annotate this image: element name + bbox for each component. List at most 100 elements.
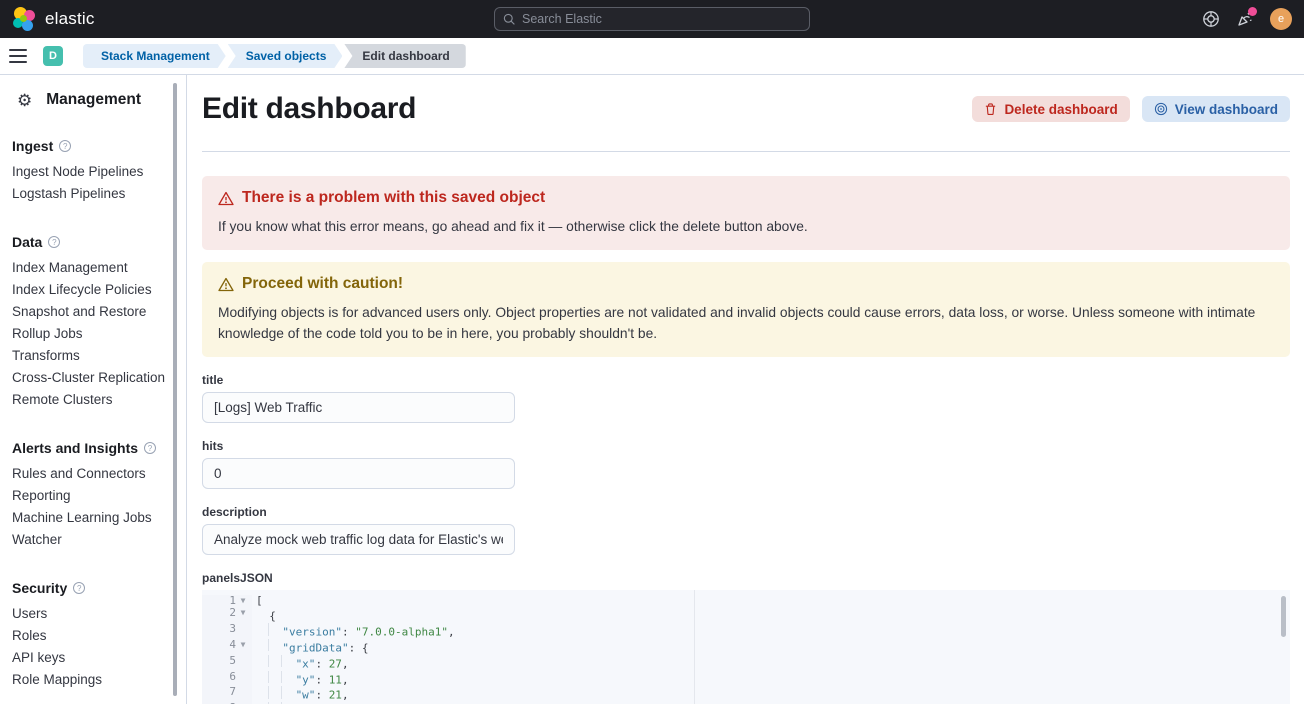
- global-search[interactable]: [494, 7, 810, 31]
- token: "y": [296, 673, 316, 686]
- sidebar-item-api-keys[interactable]: API keys: [12, 647, 186, 669]
- line-number: 4: [202, 639, 236, 655]
- main-content: Edit dashboard Delete dashboard View das…: [188, 75, 1304, 704]
- code-text: "x": 27,: [252, 655, 349, 671]
- view-dashboard-button[interactable]: View dashboard: [1142, 96, 1290, 122]
- sidebar-item-watcher[interactable]: Watcher: [12, 529, 186, 551]
- newsfeed-icon[interactable]: [1236, 10, 1254, 28]
- token: ,: [342, 689, 349, 702]
- help-icon[interactable]: ?: [59, 140, 71, 152]
- fold-spacer: [236, 686, 250, 702]
- gutter: 7: [202, 686, 252, 702]
- sidebar-section-title: Security: [12, 580, 67, 596]
- sidebar-scrollbar[interactable]: [173, 83, 177, 696]
- code-line[interactable]: 7 "w": 21,: [202, 686, 1290, 702]
- sidebar-item-reporting[interactable]: Reporting: [12, 485, 186, 507]
- line-number: 7: [202, 686, 236, 702]
- search-input[interactable]: [522, 12, 801, 26]
- code-text: "w": 21,: [252, 686, 349, 702]
- page-title: Edit dashboard: [202, 92, 416, 126]
- fold-spacer: [236, 655, 250, 671]
- token: ,: [342, 673, 349, 686]
- notification-dot: [1248, 7, 1257, 16]
- sidebar-item-transforms[interactable]: Transforms: [12, 345, 186, 367]
- sidebar-item-users[interactable]: Users: [12, 603, 186, 625]
- token: 27: [329, 657, 342, 670]
- panelsjson-editor[interactable]: 1▼[2▼{3"version": "7.0.0-alpha1",4▼"grid…: [202, 590, 1290, 704]
- gutter: 4▼: [202, 639, 252, 655]
- code-line[interactable]: 1▼ [: [202, 595, 1290, 607]
- sidebar-item-cross-cluster-replication[interactable]: Cross-Cluster Replication: [12, 367, 186, 389]
- error-callout-title: There is a problem with this saved objec…: [242, 189, 545, 207]
- code-text: "gridData": {: [252, 639, 368, 655]
- breadcrumb-edit-dashboard: Edit dashboard: [344, 44, 465, 68]
- sidebar-title-label: Management: [46, 91, 141, 109]
- code-line[interactable]: 4▼"gridData": {: [202, 639, 1290, 655]
- gear-icon: ⚙: [17, 92, 32, 109]
- sidebar-item-roles[interactable]: Roles: [12, 625, 186, 647]
- fold-spacer: [236, 623, 250, 639]
- sidebar-item-role-mappings[interactable]: Role Mappings: [12, 669, 186, 691]
- sidebar-item-logstash-pipelines[interactable]: Logstash Pipelines: [12, 183, 186, 205]
- breadcrumb-saved-objects[interactable]: Saved objects: [228, 44, 343, 68]
- warning-callout-body: Modifying objects is for advanced users …: [218, 302, 1274, 344]
- code-line[interactable]: 3"version": "7.0.0-alpha1",: [202, 623, 1290, 639]
- breadcrumb: Stack ManagementSaved objectsEdit dashbo…: [83, 44, 466, 68]
- field-hits-label: hits: [202, 439, 1290, 453]
- indent-guide: [269, 655, 282, 667]
- breadcrumb-bar: D Stack ManagementSaved objectsEdit dash…: [0, 38, 1304, 75]
- sidebar-item-ingest-node-pipelines[interactable]: Ingest Node Pipelines: [12, 161, 186, 183]
- help-icon[interactable]: ?: [144, 442, 156, 454]
- sidebar-section-title: Ingest: [12, 138, 53, 154]
- sidebar-item-rollup-jobs[interactable]: Rollup Jobs: [12, 323, 186, 345]
- sidebar-item-index-management[interactable]: Index Management: [12, 257, 186, 279]
- sidebar-item-machine-learning-jobs[interactable]: Machine Learning Jobs: [12, 507, 186, 529]
- field-title-input[interactable]: [202, 392, 515, 423]
- indent-guide: [256, 639, 269, 651]
- code-line[interactable]: 5 "x": 27,: [202, 655, 1290, 671]
- fold-spacer: [236, 671, 250, 687]
- code-line[interactable]: 6"y": 11,: [202, 671, 1290, 687]
- fold-arrow-icon[interactable]: ▼: [236, 607, 250, 623]
- field-hits-input[interactable]: [202, 458, 515, 489]
- menu-button[interactable]: [9, 49, 27, 63]
- token: "w": [296, 689, 316, 702]
- delete-dashboard-button[interactable]: Delete dashboard: [972, 96, 1129, 122]
- warning-callout: Proceed with caution! Modifying objects …: [202, 262, 1290, 357]
- indent-guide: [256, 623, 269, 635]
- token: ,: [342, 657, 349, 670]
- field-description-input[interactable]: [202, 524, 515, 555]
- code-line[interactable]: 2▼{: [202, 607, 1290, 623]
- sidebar-item-remote-clusters[interactable]: Remote Clusters: [12, 389, 186, 411]
- editor-scrollbar[interactable]: [1281, 596, 1286, 637]
- elastic-logo[interactable]: elastic: [0, 7, 95, 31]
- token: ,: [448, 626, 455, 639]
- help-icon[interactable]: ?: [48, 236, 60, 248]
- line-number: 5: [202, 655, 236, 671]
- search-icon: [503, 13, 516, 26]
- indent-guide: [256, 655, 269, 667]
- breadcrumb-stack-management[interactable]: Stack Management: [83, 44, 226, 68]
- sidebar-item-snapshot-and-restore[interactable]: Snapshot and Restore: [12, 301, 186, 323]
- code-text: [: [252, 595, 263, 607]
- sidebar-title: ⚙ Management: [12, 91, 186, 109]
- token: "x": [296, 657, 316, 670]
- gutter: 6: [202, 671, 252, 687]
- sidebar: ⚙ Management Ingest? Ingest Node Pipeline…: [0, 75, 187, 704]
- gutter: 1▼: [202, 595, 252, 607]
- field-description-label: description: [202, 505, 1290, 519]
- help-icon[interactable]: ?: [73, 582, 85, 594]
- token: [: [256, 594, 263, 607]
- user-avatar[interactable]: e: [1270, 8, 1292, 30]
- warning-icon: [218, 277, 234, 292]
- gutter: 3: [202, 623, 252, 639]
- indent-guide: [256, 671, 269, 683]
- help-icon[interactable]: [1202, 10, 1220, 28]
- fold-arrow-icon[interactable]: ▼: [236, 595, 250, 607]
- sidebar-item-rules-and-connectors[interactable]: Rules and Connectors: [12, 463, 186, 485]
- top-bar: elastic e: [0, 0, 1304, 38]
- fold-arrow-icon[interactable]: ▼: [236, 639, 250, 655]
- sidebar-item-index-lifecycle-policies[interactable]: Index Lifecycle Policies: [12, 279, 186, 301]
- sidebar-section-title: Alerts and Insights: [12, 440, 138, 456]
- app-badge[interactable]: D: [43, 46, 63, 66]
